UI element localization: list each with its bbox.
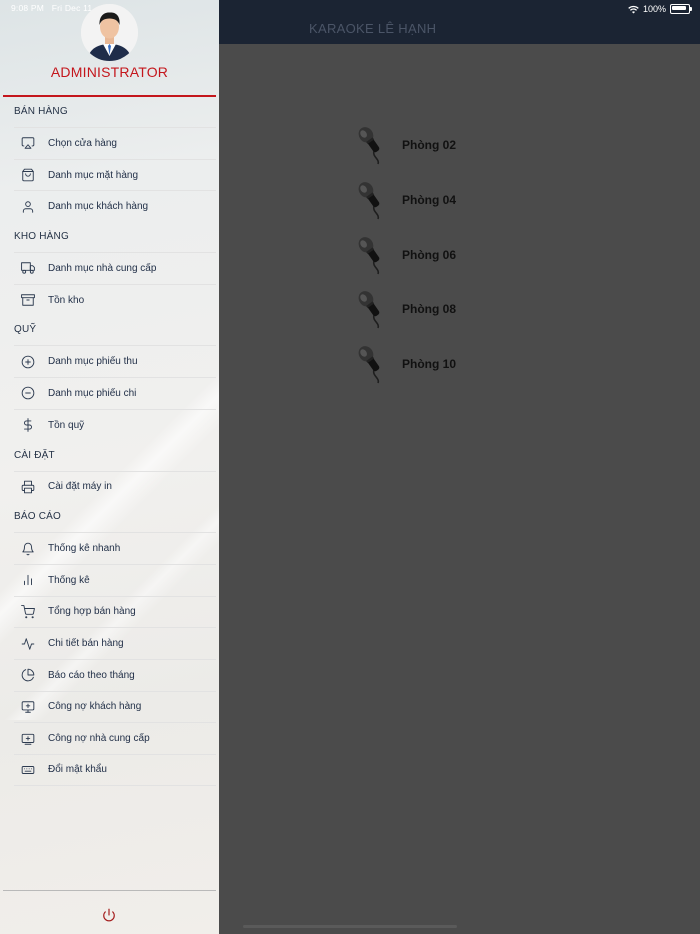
avatar[interactable]: [81, 4, 138, 61]
user-photo: [81, 4, 138, 61]
bar-chart-icon: [21, 573, 35, 587]
microphone-icon: [358, 236, 380, 275]
section-ban-hang: BÁN HÀNG: [14, 106, 68, 117]
menu-item-thong-ke-nhanh[interactable]: Thống kê nhanh: [14, 532, 216, 564]
section-cai-dat: CÀI ĐẶT: [14, 449, 55, 461]
status-bar-left: 9:08 PM Fri Dec 11: [11, 3, 92, 13]
status-date: Fri Dec 11: [51, 3, 93, 13]
section-kho-hang: KHO HÀNG: [14, 231, 69, 243]
microphone-icon: [358, 127, 380, 165]
room-item[interactable]: Phòng 10: [351, 337, 456, 392]
menu-item-nha-cung-cap[interactable]: Danh mục nhà cung cấp: [14, 252, 216, 284]
status-bar-right: 100%: [628, 2, 692, 16]
main-content: KARAOKE LÊ HẠNH 100% Phòng 02 Phòng 04 P…: [219, 0, 700, 934]
dollar-icon: [21, 418, 35, 433]
menu-item-bao-cao-theo-thang[interactable]: Báo cáo theo tháng: [14, 658, 216, 691]
printer-icon: [21, 480, 35, 494]
room-item[interactable]: Phòng 06: [351, 227, 456, 282]
section-quy: QUỸ: [14, 324, 37, 336]
keyboard-icon: [21, 763, 35, 777]
menu-item-ton-quy[interactable]: Tồn quỹ: [14, 408, 216, 441]
room-label: Phòng 04: [402, 193, 457, 208]
tv-plus-icon: [21, 732, 35, 746]
menu-item-chon-cua-hang[interactable]: Chọn cửa hàng: [14, 127, 216, 159]
wifi-icon: [628, 5, 639, 13]
truck-icon: [21, 261, 35, 275]
home-indicator[interactable]: [243, 925, 457, 928]
navigation-bar: KARAOKE LÊ HẠNH 100%: [219, 0, 700, 44]
menu-item-label: Tổng hợp bán hàng: [48, 606, 136, 618]
menu-item-label: Công nợ khách hàng: [48, 701, 142, 713]
user-icon: [21, 200, 35, 214]
room-label: Phòng 02: [402, 138, 457, 153]
airplay-icon: [21, 136, 35, 150]
logout-button[interactable]: [102, 908, 116, 922]
menu-item-danh-muc-khach-hang[interactable]: Danh mục khách hàng: [14, 190, 216, 222]
menu-item-tong-hop-ban-hang[interactable]: Tổng hợp bán hàng: [14, 595, 216, 628]
user-name: ADMINISTRATOR: [50, 64, 169, 80]
room-label: Phòng 08: [402, 302, 457, 317]
status-time: 9:08 PM: [11, 3, 45, 13]
section-bao-cao: BÁO CÁO: [14, 511, 61, 523]
microphone-icon: [358, 346, 380, 384]
plus-circle-icon: [21, 355, 35, 369]
menu-item-label: Danh mục khách hàng: [48, 201, 149, 213]
room-label: Phòng 06: [402, 247, 457, 262]
activity-icon: [21, 637, 35, 651]
room-item[interactable]: Phòng 04: [351, 173, 456, 228]
menu-item-label: Thống kê: [48, 574, 90, 586]
microphone-icon: [358, 182, 380, 220]
menu-item-label: Cài đặt máy in: [48, 481, 112, 493]
room-item[interactable]: Phòng 02: [351, 118, 456, 173]
menu-item-chi-tiet-ban-hang[interactable]: Chi tiết bán hàng: [14, 627, 216, 659]
menu-item-cong-no-khach-hang[interactable]: Công nợ khách hàng: [14, 690, 216, 723]
menu-item-label: Chi tiết bán hàng: [48, 638, 124, 650]
bell-icon: [21, 542, 35, 556]
menu-item-phieu-thu[interactable]: Danh mục phiếu thu: [14, 345, 216, 377]
room-label: Phòng 10: [402, 357, 457, 372]
menu-item-label: Công nợ nhà cung cấp: [48, 733, 150, 745]
menu-item-label: Tồn quỹ: [48, 419, 85, 431]
menu-item-doi-mat-khau[interactable]: Đổi mật khẩu: [14, 754, 216, 786]
room-list: Phòng 02 Phòng 04 Phòng 06 Phòng 08 Phòn…: [351, 118, 456, 391]
menu-item-ton-kho[interactable]: Tồn kho: [14, 283, 216, 316]
menu-item-phieu-chi[interactable]: Danh mục phiếu chi: [14, 377, 216, 409]
archive-icon: [21, 293, 35, 307]
monitor-plus-icon: [21, 700, 35, 714]
page-title: KARAOKE LÊ HẠNH: [309, 21, 437, 36]
menu-item-label: Đổi mật khẩu: [48, 764, 107, 776]
battery-icon: [670, 4, 692, 14]
menu-item-label: Danh mục nhà cung cấp: [48, 262, 157, 274]
menu-item-label: Danh mục mặt hàng: [48, 169, 139, 181]
footer-divider: [3, 890, 216, 891]
menu-item-label: Tồn kho: [48, 294, 85, 306]
shopping-bag-icon: [21, 168, 35, 182]
menu-item-cong-no-nha-cung-cap[interactable]: Công nợ nhà cung cấp: [14, 722, 216, 754]
menu-item-cai-dat-may-in[interactable]: Cài đặt máy in: [14, 470, 216, 503]
minus-circle-icon: [21, 386, 35, 400]
menu-item-thong-ke[interactable]: Thống kê: [14, 563, 216, 596]
side-drawer: 9:08 PM Fri Dec 11 ADMINISTRATOR BÁN HÀN…: [0, 0, 219, 934]
menu-item-label: Danh mục phiếu thu: [48, 356, 138, 368]
cart-icon: [21, 605, 35, 619]
battery-percent: 100%: [642, 4, 666, 14]
drawer-menu: BÁN HÀNG Chọn cửa hàng Danh mục mặt hàng…: [0, 97, 219, 786]
microphone-icon: [358, 291, 380, 329]
pie-chart-icon: [21, 668, 35, 682]
menu-item-label: Thống kê nhanh: [48, 543, 121, 555]
power-icon: [103, 908, 115, 922]
room-item[interactable]: Phòng 08: [351, 282, 456, 337]
menu-item-label: Báo cáo theo tháng: [48, 669, 135, 681]
menu-item-label: Danh mục phiếu chi: [48, 387, 137, 399]
menu-item-label: Chọn cửa hàng: [48, 137, 117, 149]
menu-item-danh-muc-mat-hang[interactable]: Danh mục mặt hàng: [14, 158, 216, 191]
